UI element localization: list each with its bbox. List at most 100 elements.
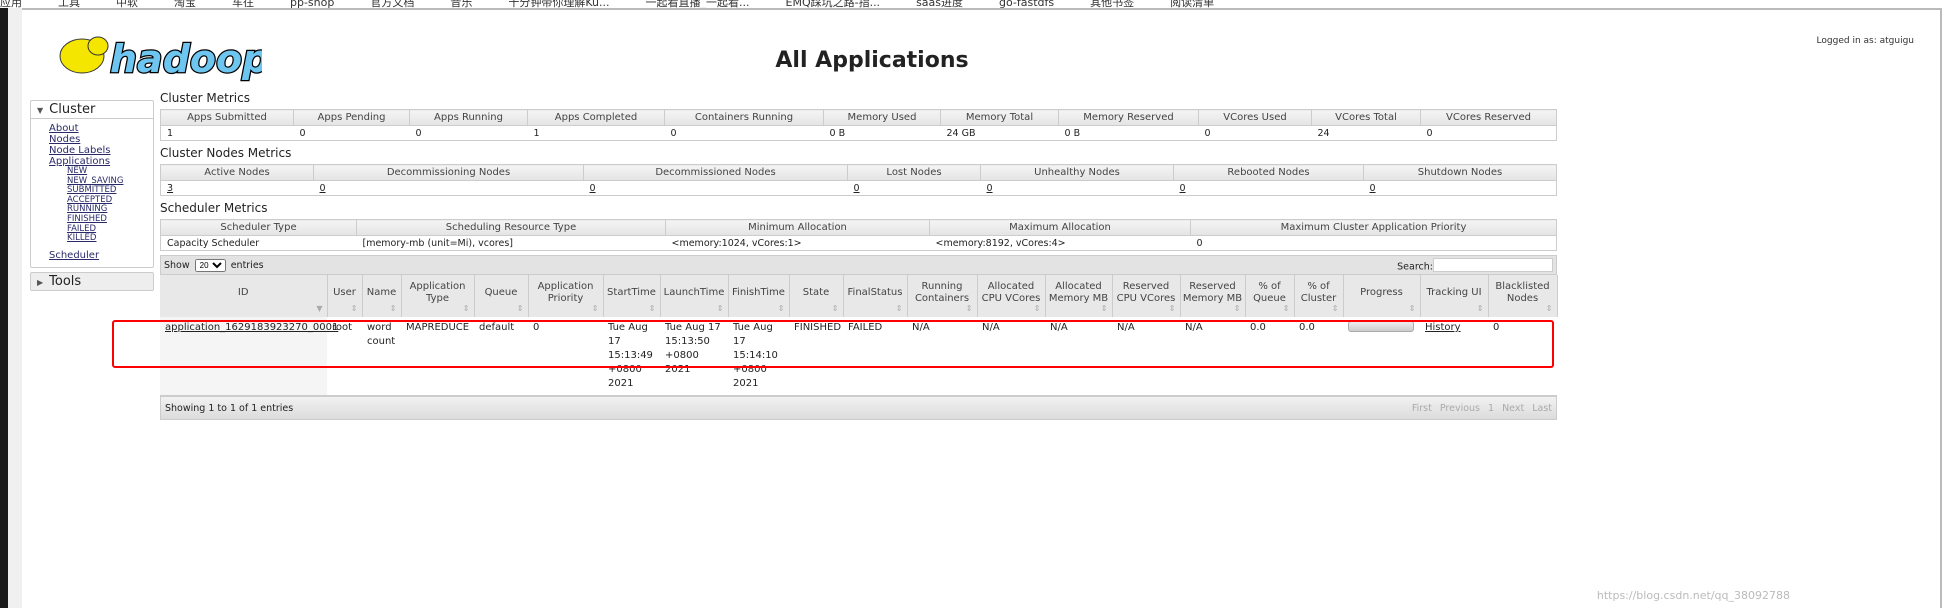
metric-link[interactable]: 0 bbox=[854, 183, 860, 194]
sort-icon: ⇕ bbox=[1476, 304, 1484, 313]
metric-value: [memory-mb (unit=Mi), vcores] bbox=[356, 235, 666, 251]
column-header: Scheduling Resource Type bbox=[356, 219, 666, 236]
sidebar-link-state-killed[interactable]: KILLED bbox=[67, 234, 153, 244]
sortable-column-header[interactable]: FinishTime ⇕ bbox=[728, 275, 790, 317]
sortable-column-header[interactable]: State ⇕ bbox=[789, 275, 844, 317]
sortable-column-header[interactable]: Progress ⇕ bbox=[1343, 275, 1421, 317]
column-header-label: Allocated CPU VCores bbox=[981, 281, 1041, 304]
sort-icon: ⇕ bbox=[831, 304, 839, 313]
cluster-section-toggle[interactable]: ▼ Cluster bbox=[31, 101, 153, 119]
cluster-metrics-table: Apps Submitted Apps Pending Apps Running Ap… bbox=[160, 109, 1557, 141]
column-header-label: State bbox=[802, 287, 830, 298]
column-header: Shutdown Nodes bbox=[1363, 164, 1557, 181]
sidebar-link-node-labels[interactable]: Node Labels bbox=[49, 145, 153, 156]
metric-value: 0 B bbox=[823, 125, 941, 141]
pager-last[interactable]: Last bbox=[1532, 403, 1552, 414]
column-header-label: ID bbox=[237, 287, 249, 298]
scheduler-metrics-title: Scheduler Metrics bbox=[160, 201, 268, 215]
sortable-column-header[interactable]: FinalStatus ⇕ bbox=[843, 275, 908, 317]
scheduler-metrics-table: Scheduler Type Scheduling Resource Type Mi… bbox=[160, 219, 1557, 251]
sort-icon: ▼ bbox=[316, 304, 323, 313]
sortable-column-header[interactable]: Reserved CPU VCores ⇕ bbox=[1112, 275, 1181, 317]
sortable-column-header[interactable]: Tracking UI ⇕ bbox=[1420, 275, 1489, 317]
sidebar-link-scheduler[interactable]: Scheduler bbox=[49, 250, 153, 261]
sort-icon: ⇕ bbox=[1282, 304, 1290, 313]
pagination: First Previous 1 Next Last bbox=[1404, 403, 1552, 414]
sort-icon: ⇕ bbox=[1545, 304, 1553, 313]
triangle-right-icon: ▶ bbox=[37, 277, 44, 287]
sort-icon: ⇕ bbox=[1100, 304, 1108, 313]
column-header-label: FinishTime bbox=[732, 287, 785, 298]
sortable-column-header[interactable]: ID ▼ bbox=[160, 275, 328, 317]
sortable-column-header[interactable]: Reserved Memory MB ⇕ bbox=[1180, 275, 1246, 317]
sort-icon: ⇕ bbox=[389, 304, 397, 313]
column-header: Decommissioning Nodes bbox=[313, 164, 584, 181]
sortable-column-header[interactable]: Running Containers ⇕ bbox=[907, 275, 978, 317]
sortable-column-header[interactable]: LaunchTime ⇕ bbox=[660, 275, 729, 317]
main-content: Cluster Metrics Apps Submitted Apps Pendi… bbox=[160, 90, 1558, 420]
table-controls: Show 20 entries Search: bbox=[160, 255, 1557, 275]
pager-previous[interactable]: Previous bbox=[1440, 403, 1480, 414]
tools-label: Tools bbox=[49, 273, 82, 289]
sort-icon: ⇕ bbox=[1408, 304, 1416, 313]
entries-label: entries bbox=[230, 259, 264, 271]
metric-link[interactable]: 0 bbox=[320, 183, 326, 194]
column-header: Memory Reserved bbox=[1058, 109, 1199, 126]
sort-icon: ⇕ bbox=[777, 304, 785, 313]
pager-next[interactable]: Next bbox=[1502, 403, 1524, 414]
search-input[interactable] bbox=[1433, 257, 1553, 272]
sortable-column-header[interactable]: Name ⇕ bbox=[362, 275, 402, 317]
sortable-column-header[interactable]: Allocated CPU VCores ⇕ bbox=[977, 275, 1046, 317]
sortable-column-header[interactable]: Application Type ⇕ bbox=[401, 275, 475, 317]
logged-in-user: Logged in as: atguigu bbox=[1816, 36, 1914, 46]
sortable-column-header[interactable]: Allocated Memory MB ⇕ bbox=[1045, 275, 1113, 317]
sortable-column-header[interactable]: Blacklisted Nodes ⇕ bbox=[1488, 275, 1558, 317]
metric-link[interactable]: 0 bbox=[1370, 183, 1376, 194]
cluster-label: Cluster bbox=[49, 102, 96, 117]
triangle-down-icon: ▼ bbox=[37, 106, 44, 115]
column-header: Maximum Cluster Application Priority bbox=[1190, 219, 1557, 236]
column-header: Memory Used bbox=[823, 109, 941, 126]
pager-first[interactable]: First bbox=[1412, 403, 1432, 414]
highlight-rectangle bbox=[112, 320, 1554, 368]
column-header-label: FinalStatus bbox=[847, 287, 903, 298]
metric-link[interactable]: 0 bbox=[1180, 183, 1186, 194]
metric-value: 0 bbox=[664, 125, 824, 141]
sort-icon: ⇕ bbox=[716, 304, 724, 313]
sortable-column-header[interactable]: % of Cluster ⇕ bbox=[1294, 275, 1344, 317]
sortable-column-header[interactable]: User ⇕ bbox=[327, 275, 363, 317]
column-header: Containers Running bbox=[664, 109, 824, 126]
column-header-label: Application Type bbox=[409, 281, 466, 304]
column-header: Decommissioned Nodes bbox=[583, 164, 848, 181]
column-header-label: Blacklisted Nodes bbox=[1495, 281, 1550, 304]
search-label: Search: bbox=[1397, 261, 1433, 273]
column-header-label: % of Cluster bbox=[1300, 281, 1337, 304]
page: hadoop All Applications Logged in as: at… bbox=[22, 8, 1942, 608]
sidebar: ▼ Cluster About Nodes Node Labels Applica… bbox=[30, 100, 154, 291]
metric-value: 1 bbox=[527, 125, 665, 141]
sortable-column-header[interactable]: % of Queue ⇕ bbox=[1245, 275, 1295, 317]
pager-1[interactable]: 1 bbox=[1488, 403, 1494, 414]
app-state-links: NEW NEW_SAVING SUBMITTED ACCEPTED RUNNING FIN… bbox=[49, 166, 153, 244]
column-header-label: Allocated Memory MB bbox=[1048, 281, 1109, 304]
sortable-column-header[interactable]: Application Priority ⇕ bbox=[528, 275, 604, 317]
tools-section-toggle[interactable]: ▶ Tools bbox=[30, 271, 154, 291]
metric-link[interactable]: 0 bbox=[590, 183, 596, 194]
column-header: Apps Pending bbox=[293, 109, 410, 126]
sortable-column-header[interactable]: Queue ⇕ bbox=[474, 275, 529, 317]
page-title: All Applications bbox=[775, 48, 969, 73]
metric-link[interactable]: 3 bbox=[167, 183, 173, 194]
watermark: https://blog.csdn.net/qq_38092788 bbox=[1596, 589, 1790, 602]
column-header: Minimum Allocation bbox=[665, 219, 930, 236]
column-header-label: Application Priority bbox=[537, 281, 594, 304]
column-header: Active Nodes bbox=[160, 164, 314, 181]
column-header: Rebooted Nodes bbox=[1173, 164, 1364, 181]
entries-select[interactable]: 20 bbox=[194, 258, 226, 272]
sidebar-link-about[interactable]: About bbox=[49, 123, 153, 134]
metric-link[interactable]: 0 bbox=[987, 183, 993, 194]
sortable-column-header[interactable]: StartTime ⇕ bbox=[603, 275, 661, 317]
column-header-label: LaunchTime bbox=[663, 287, 725, 298]
sidebar-link-nodes[interactable]: Nodes bbox=[49, 134, 153, 145]
sidebar-link-applications[interactable]: Applications bbox=[49, 156, 153, 167]
sort-icon: ⇕ bbox=[965, 304, 973, 313]
